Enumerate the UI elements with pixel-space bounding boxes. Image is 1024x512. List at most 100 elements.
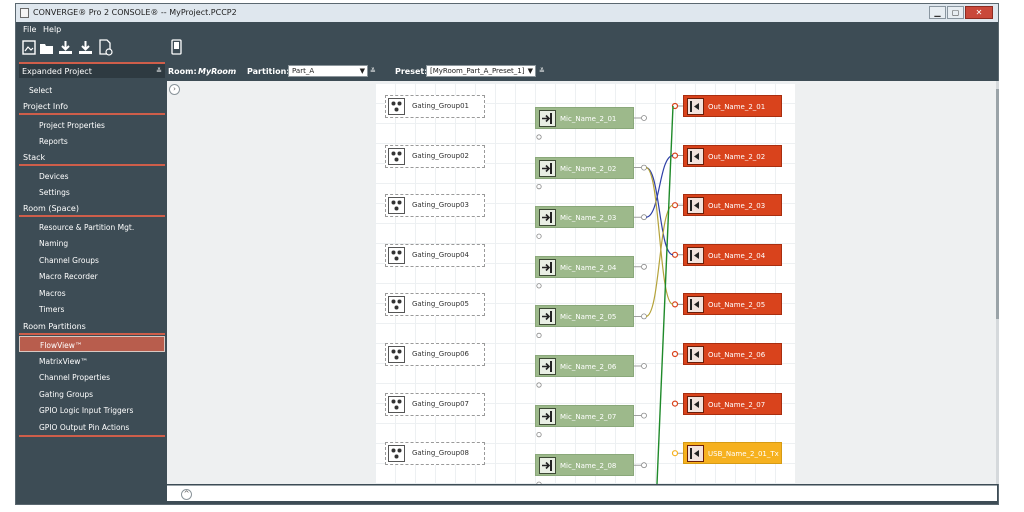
mic-gate-port <box>536 382 542 388</box>
collapse-panel-icon[interactable]: ^ <box>181 489 192 500</box>
input-arrow-icon <box>539 258 556 276</box>
bottom-panel: ^ <box>167 485 997 501</box>
mic-input-node[interactable]: Mic_Name_2_01 <box>535 107 634 129</box>
menu-file[interactable]: File <box>23 25 36 34</box>
sidebar-divider <box>19 435 165 437</box>
sidebar-section-project-info[interactable]: Project Info <box>19 98 165 115</box>
partition-select[interactable]: Part_A ▼ <box>288 65 368 77</box>
sidebar-item-select[interactable]: Select <box>19 82 165 98</box>
gating-group-node[interactable]: Gating_Group05 <box>385 293 485 317</box>
sidebar-header-label: Expanded Project <box>22 67 92 76</box>
mic-name: Mic_Name_2_07 <box>560 412 617 421</box>
gating-group-icon <box>388 197 405 215</box>
download-icon[interactable] <box>58 39 73 56</box>
sidebar-item-macro-recorder[interactable]: Macro Recorder <box>19 268 165 284</box>
output-name: Out_Name_2_06 <box>708 351 766 359</box>
sidebar-item-timers[interactable]: Timers <box>19 301 165 317</box>
sidebar-section-room-space[interactable]: Room (Space) <box>19 200 165 217</box>
output-node[interactable]: Out_Name_2_02 <box>683 144 782 167</box>
output-speaker-icon <box>687 98 704 115</box>
input-arrow-icon <box>539 159 556 177</box>
sidebar-header[interactable]: Expanded Project ≚ <box>19 62 165 78</box>
sidebar-item-flowview[interactable]: FlowView™ <box>19 336 165 352</box>
sidebar-item-channel-groups[interactable]: Channel Groups <box>19 252 165 268</box>
output-node[interactable]: Out_Name_2_06 <box>683 343 782 365</box>
scrollbar-thumb[interactable] <box>996 89 999 319</box>
output-name: Out_Name_2_05 <box>708 301 766 310</box>
mic-input-node[interactable]: Mic_Name_2_07 <box>535 404 634 427</box>
output-node[interactable]: Out_Name_2_05 <box>683 293 782 316</box>
mic-input-node[interactable]: Mic_Name_2_05 <box>535 305 634 328</box>
gating-group-node[interactable]: Gating_Group07 <box>385 392 485 416</box>
gating-group-node[interactable]: Gating_Group04 <box>385 243 485 267</box>
mic-input-node[interactable]: Mic_Name_2_04 <box>535 255 634 278</box>
output-speaker-icon <box>687 395 704 413</box>
flowview-canvas[interactable]: Gating_Group01 Gating_Group02 Gating_Group… <box>375 83 795 484</box>
minimize-button[interactable]: ▁ <box>929 6 946 19</box>
mic-gate-port <box>536 283 542 289</box>
export-document-icon[interactable] <box>98 39 113 56</box>
preset-select[interactable]: [MyRoom_Part_A_Preset_1] ▼ <box>426 65 536 77</box>
preset-expand-icon[interactable]: ≚ <box>539 67 545 75</box>
sidebar-item-macros[interactable]: Macros <box>19 285 165 301</box>
download-all-icon[interactable] <box>78 39 93 56</box>
output-node[interactable]: Out_Name_2_04 <box>683 243 782 266</box>
output-name: Out_Name_2_07 <box>708 400 766 409</box>
output-input-port <box>671 202 679 209</box>
output-node[interactable]: Out_Name_2_03 <box>683 194 782 217</box>
sidebar-item-gpio-output[interactable]: GPIO Output Pin Actions <box>19 419 165 435</box>
gating-group-name: Gating_Group06 <box>412 350 470 358</box>
sidebar-item-naming[interactable]: Naming <box>19 235 165 251</box>
sidebar-item-devices[interactable]: Devices <box>19 168 165 184</box>
gating-group-node[interactable]: Gating_Group08 <box>385 442 485 466</box>
mic-output-port <box>641 164 647 171</box>
gating-group-node[interactable]: Gating_Group02 <box>385 144 485 168</box>
mic-name: Mic_Name_2_05 <box>560 313 617 322</box>
mic-input-node[interactable]: Mic_Name_2_06 <box>535 355 634 377</box>
options-bar: Room: MyRoom Partition: Part_A ▼ ≚ Prese… <box>168 64 998 80</box>
sidebar-item-reports[interactable]: Reports <box>19 133 165 149</box>
sidebar-item-channel-properties[interactable]: Channel Properties <box>19 369 165 385</box>
output-node[interactable]: Out_Name_2_07 <box>683 392 782 415</box>
sidebar-item-gating-groups[interactable]: Gating Groups <box>19 386 165 402</box>
sidebar-item-settings[interactable]: Settings <box>19 184 165 200</box>
open-folder-icon[interactable] <box>39 39 54 56</box>
output-node[interactable]: Out_Name_2_01 <box>683 95 782 117</box>
output-node[interactable]: USB_Name_2_01_Tx <box>683 442 782 465</box>
close-button[interactable]: ✕ <box>965 6 993 19</box>
toolbar <box>16 36 998 60</box>
mic-input-node[interactable]: Mic_Name_2_02 <box>535 156 634 179</box>
menu-help[interactable]: Help <box>43 25 61 34</box>
output-speaker-icon <box>687 346 704 363</box>
output-speaker-icon <box>687 296 704 314</box>
expand-panel-icon[interactable]: › <box>169 84 180 95</box>
device-icon[interactable] <box>169 39 184 56</box>
output-name: USB_Name_2_01_Tx <box>708 450 779 459</box>
vertical-scrollbar[interactable] <box>996 81 999 484</box>
sidebar-section-room-partitions[interactable]: Room Partitions <box>19 318 165 335</box>
sidebar-section-stack[interactable]: Stack <box>19 149 165 166</box>
mic-gate-port <box>536 431 542 438</box>
input-arrow-icon <box>539 407 556 425</box>
app-window: CONVERGE® Pro 2 CONSOLE® -- MyProject.PC… <box>15 3 999 505</box>
output-input-port <box>671 400 679 407</box>
sidebar-item-resource-partition[interactable]: Resource & Partition Mgt. <box>19 219 165 235</box>
gating-group-node[interactable]: Gating_Group06 <box>385 343 485 366</box>
sidebar-item-matrixview[interactable]: MatrixView™ <box>19 353 165 369</box>
gating-group-node[interactable]: Gating_Group01 <box>385 95 485 118</box>
maximize-button[interactable]: ▢ <box>947 6 964 19</box>
collapse-icon[interactable]: ≚ <box>156 67 162 75</box>
title-bar: CONVERGE® Pro 2 CONSOLE® -- MyProject.PC… <box>16 4 998 22</box>
sidebar-item-gpio-input[interactable]: GPIO Logic Input Triggers <box>19 402 165 418</box>
gating-group-icon <box>388 147 405 165</box>
room-label: Room: <box>168 67 197 76</box>
partition-expand-icon[interactable]: ≚ <box>370 67 376 75</box>
output-name: Out_Name_2_01 <box>708 103 766 111</box>
gating-group-node[interactable]: Gating_Group03 <box>385 194 485 218</box>
mic-input-node[interactable]: Mic_Name_2_03 <box>535 206 634 229</box>
new-project-icon[interactable] <box>22 39 37 56</box>
mic-gate-port <box>536 481 542 484</box>
sidebar-item-project-properties[interactable]: Project Properties <box>19 117 165 133</box>
mic-input-node[interactable]: Mic_Name_2_08 <box>535 454 634 477</box>
input-arrow-icon <box>539 209 556 227</box>
